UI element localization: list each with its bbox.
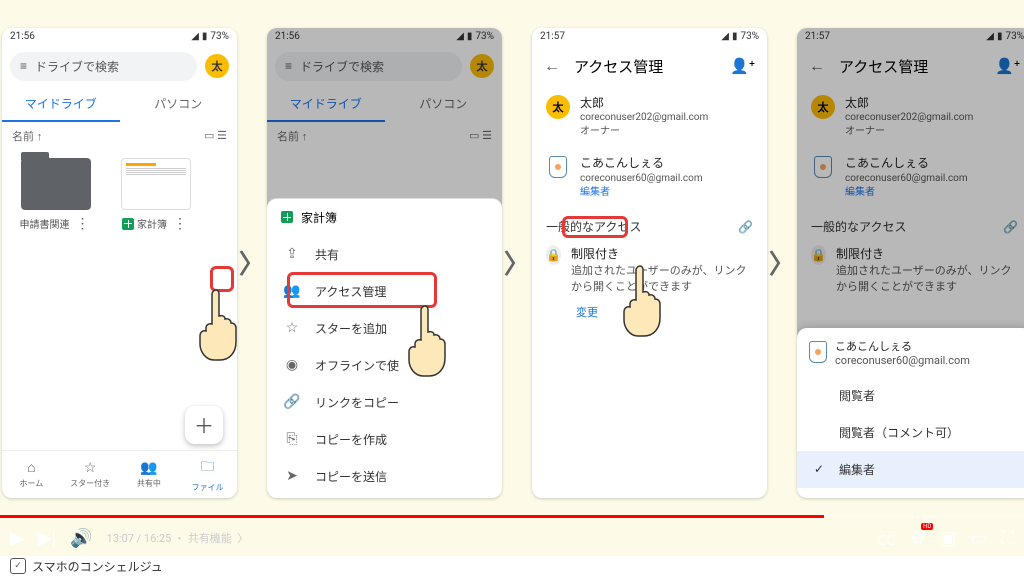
- file-sheet[interactable]: 家計簿⋮: [116, 158, 196, 232]
- menu-icon[interactable]: ≡: [20, 59, 27, 73]
- miniplayer-icon[interactable]: ▣: [939, 528, 956, 549]
- sheet-title: 家計簿: [301, 209, 337, 226]
- menu-copylink[interactable]: 🔗リンクをコピー: [267, 384, 502, 421]
- phone-3: 21:57◢▮73% ← アクセス管理 👤⁺ 太 太郎coreconuser20…: [532, 28, 767, 498]
- theater-icon[interactable]: ▭: [970, 528, 987, 549]
- role-remove[interactable]: ✕削除: [797, 488, 1024, 498]
- back-icon[interactable]: ←: [544, 56, 560, 76]
- hand-pointer-icon: [198, 284, 237, 364]
- highlight-more: [210, 266, 234, 292]
- menu-makecopy[interactable]: ⎘コピーを作成: [267, 421, 502, 458]
- fullscreen-icon[interactable]: ⛶: [1001, 528, 1014, 549]
- doc-thumb: [121, 158, 191, 210]
- menu-access[interactable]: 👥アクセス管理: [267, 273, 502, 310]
- file-folder[interactable]: 申請書関連⋮: [16, 158, 96, 232]
- menu-sendcopy[interactable]: ➤コピーを送信: [267, 458, 502, 495]
- page-title: アクセス管理: [574, 56, 716, 77]
- change-link[interactable]: 変更: [532, 300, 767, 320]
- more-icon[interactable]: ⋮: [73, 216, 93, 232]
- video-title: スマホのコンシェルジュ: [32, 558, 163, 575]
- tab-pc[interactable]: パソコン: [120, 87, 238, 122]
- captions-icon[interactable]: ㏄: [877, 525, 895, 551]
- video-controls: ▶ ▶| 🔊 13:07 / 16:25 ・ 共有機能 〉 ㏄ ⚙ ▣ ▭ ⛶: [0, 518, 1024, 558]
- role-commenter[interactable]: 閲覧者（コメント可）: [797, 414, 1024, 451]
- user-editor[interactable]: こあこんしぇるcoreconuser60@gmail.com編集者: [532, 147, 767, 208]
- phone-1: 21:56 ◢▮73% ≡ ドライブで検索 太 マイドライブ パソコン 名前 ↑…: [2, 28, 237, 498]
- phone-2: 21:56◢▮73% ≡ドライブで検索 太 マイドライブパソコン 名前 ↑▭ ☰…: [267, 28, 502, 498]
- settings-icon[interactable]: ⚙: [909, 528, 925, 549]
- drive-tabs: マイドライブ パソコン: [2, 87, 237, 122]
- avatar[interactable]: 太: [205, 54, 229, 78]
- arrow-icon: 〉: [769, 244, 795, 281]
- volume-icon[interactable]: 🔊: [70, 528, 92, 549]
- sort-header[interactable]: 名前 ↑▭ ☰: [2, 122, 237, 150]
- video-title-row: ✓ スマホのコンシェルジュ: [0, 556, 1024, 576]
- user-owner: 太 太郎coreconuser202@gmail.comオーナー: [532, 87, 767, 148]
- add-person-icon[interactable]: 👤⁺: [730, 57, 755, 75]
- search-placeholder: ドライブで検索: [35, 58, 119, 75]
- arrow-icon: 〉: [504, 244, 530, 281]
- more-icon[interactable]: ⋮: [170, 216, 190, 232]
- phone-4: 21:57◢▮73% ←アクセス管理👤⁺ 太太郎coreconuser202@g…: [797, 28, 1024, 498]
- next-icon[interactable]: ▶|: [38, 528, 56, 549]
- link-icon[interactable]: 🔗: [738, 220, 753, 234]
- nav-home[interactable]: ⌂ホーム: [2, 451, 61, 498]
- restricted-row[interactable]: 🔒 制限付き追加されたユーザーのみが、リンクから開くことができます: [532, 239, 767, 300]
- avatar-icon: [809, 341, 827, 363]
- check-icon: ✓: [811, 462, 827, 476]
- lock-icon: 🔒: [546, 245, 561, 265]
- nav-shared[interactable]: 👥共有中: [120, 451, 179, 498]
- sheets-icon: [281, 211, 293, 223]
- search-input[interactable]: ≡ ドライブで検索: [10, 52, 197, 81]
- menu-star[interactable]: ☆スターを追加: [267, 310, 502, 347]
- role-popup: こあこんしぇるcoreconuser60@gmail.com 閲覧者 閲覧者（コ…: [797, 328, 1024, 498]
- avatar: 太: [546, 95, 570, 119]
- nav-files[interactable]: 🗀ファイル: [178, 451, 237, 498]
- status-bar: 21:56 ◢▮73%: [2, 28, 237, 46]
- folder-icon: [21, 158, 91, 210]
- role-popup-header: こあこんしぇるcoreconuser60@gmail.com: [797, 328, 1024, 377]
- access-header: ← アクセス管理 👤⁺: [532, 46, 767, 87]
- menu-openwith[interactable]: ⊞アプリで開く: [267, 495, 502, 498]
- role-viewer[interactable]: 閲覧者: [797, 377, 1024, 414]
- nav-star[interactable]: ☆スター付き: [61, 451, 120, 498]
- play-icon[interactable]: ▶: [10, 528, 24, 549]
- menu-share[interactable]: ⇪共有: [267, 236, 502, 273]
- bottom-nav: ⌂ホーム ☆スター付き 👥共有中 🗀ファイル: [2, 450, 237, 498]
- tab-mydrive[interactable]: マイドライブ: [2, 87, 120, 122]
- avatar-icon: [546, 155, 570, 179]
- arrow-icon: 〉: [239, 244, 265, 281]
- channel-badge-icon: ✓: [10, 558, 26, 574]
- role-editor[interactable]: ✓編集者: [797, 451, 1024, 488]
- general-access-section: 一般的なアクセス🔗: [532, 208, 767, 239]
- fab-add[interactable]: ＋: [185, 406, 223, 444]
- sheets-icon: [122, 218, 134, 230]
- menu-offline[interactable]: ◉オフラインで使: [267, 347, 502, 384]
- video-time: 13:07 / 16:25 ・ 共有機能 〉: [107, 530, 249, 546]
- bottom-sheet: 家計簿 ⇪共有 👥アクセス管理 ☆スターを追加 ◉オフラインで使 🔗リンクをコピ…: [267, 198, 502, 498]
